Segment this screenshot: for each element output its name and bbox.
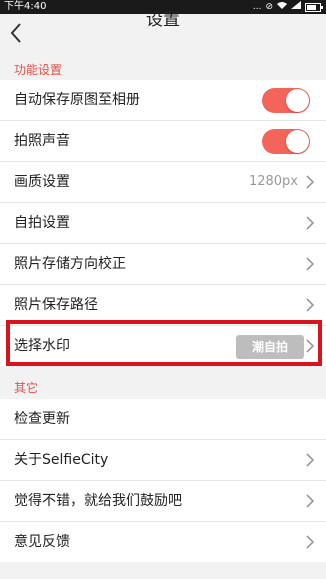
cell-signal-icon [291,0,301,14]
row-label: 自拍设置 [14,215,70,231]
status-time: 下午4:40 [4,1,47,12]
chevron-right-icon [306,216,314,230]
image-quality-value: 1280px [248,174,298,189]
row-save-path[interactable]: 照片保存路径 [0,285,326,326]
page-title-text: 设置 [146,10,180,30]
chevron-right-icon [306,298,314,312]
row-about[interactable]: 关于SelfieCity [0,440,326,481]
row-label: 照片保存路径 [14,297,98,313]
row-auto-save-original[interactable]: 自动保存原图至相册 [0,80,326,121]
row-label: 画质设置 [14,174,70,190]
other-group: 检查更新 关于SelfieCity 觉得不错，就给我们鼓励吧 意见反馈 [0,399,326,562]
chevron-right-icon [306,535,314,549]
row-label: 选择水印 [14,338,70,354]
section-header-features: 功能设置 [14,63,63,77]
row-orientation-correction[interactable]: 照片存储方向校正 [0,244,326,285]
row-rate-us[interactable]: 觉得不错，就给我们鼓励吧 [0,481,326,522]
row-label: 觉得不错，就给我们鼓励吧 [14,493,182,509]
row-label: 自动保存原图至相册 [14,92,140,108]
auto-save-toggle[interactable] [262,88,310,113]
nav-bar: 设置 [0,10,326,54]
watermark-badge: 潮自拍 [236,335,304,359]
mute-icon: ⊘ [265,2,273,12]
status-icons: ... ⊘ [252,0,323,14]
chevron-right-icon [306,453,314,467]
row-selfie-settings[interactable]: 自拍设置 [0,203,326,244]
signal-dots: ... [252,2,262,12]
row-image-quality[interactable]: 画质设置 1280px [0,162,326,203]
row-label: 关于SelfieCity [14,452,109,468]
row-label: 意见反馈 [14,534,70,550]
row-check-update[interactable]: 检查更新 [0,399,326,440]
row-shutter-sound[interactable]: 拍照声音 [0,121,326,162]
shutter-sound-toggle[interactable] [262,129,310,154]
row-watermark[interactable]: 选择水印 潮自拍 [0,326,326,366]
row-feedback[interactable]: 意见反馈 [0,522,326,562]
row-label: 照片存储方向校正 [14,256,126,272]
chevron-right-icon [306,339,314,353]
chevron-right-icon [306,257,314,271]
row-label: 检查更新 [14,411,70,427]
page-title: 设置 [0,10,326,30]
wifi-icon [277,0,287,14]
chevron-right-icon [306,175,314,189]
section-header-other: 其它 [14,381,39,395]
row-label: 拍照声音 [14,133,70,149]
features-group: 自动保存原图至相册 拍照声音 画质设置 1280px 自拍设置 照片存储方向校正… [0,80,326,366]
battery-icon [305,2,323,12]
toggle-knob [286,130,309,153]
toggle-knob [286,89,309,112]
chevron-right-icon [306,494,314,508]
